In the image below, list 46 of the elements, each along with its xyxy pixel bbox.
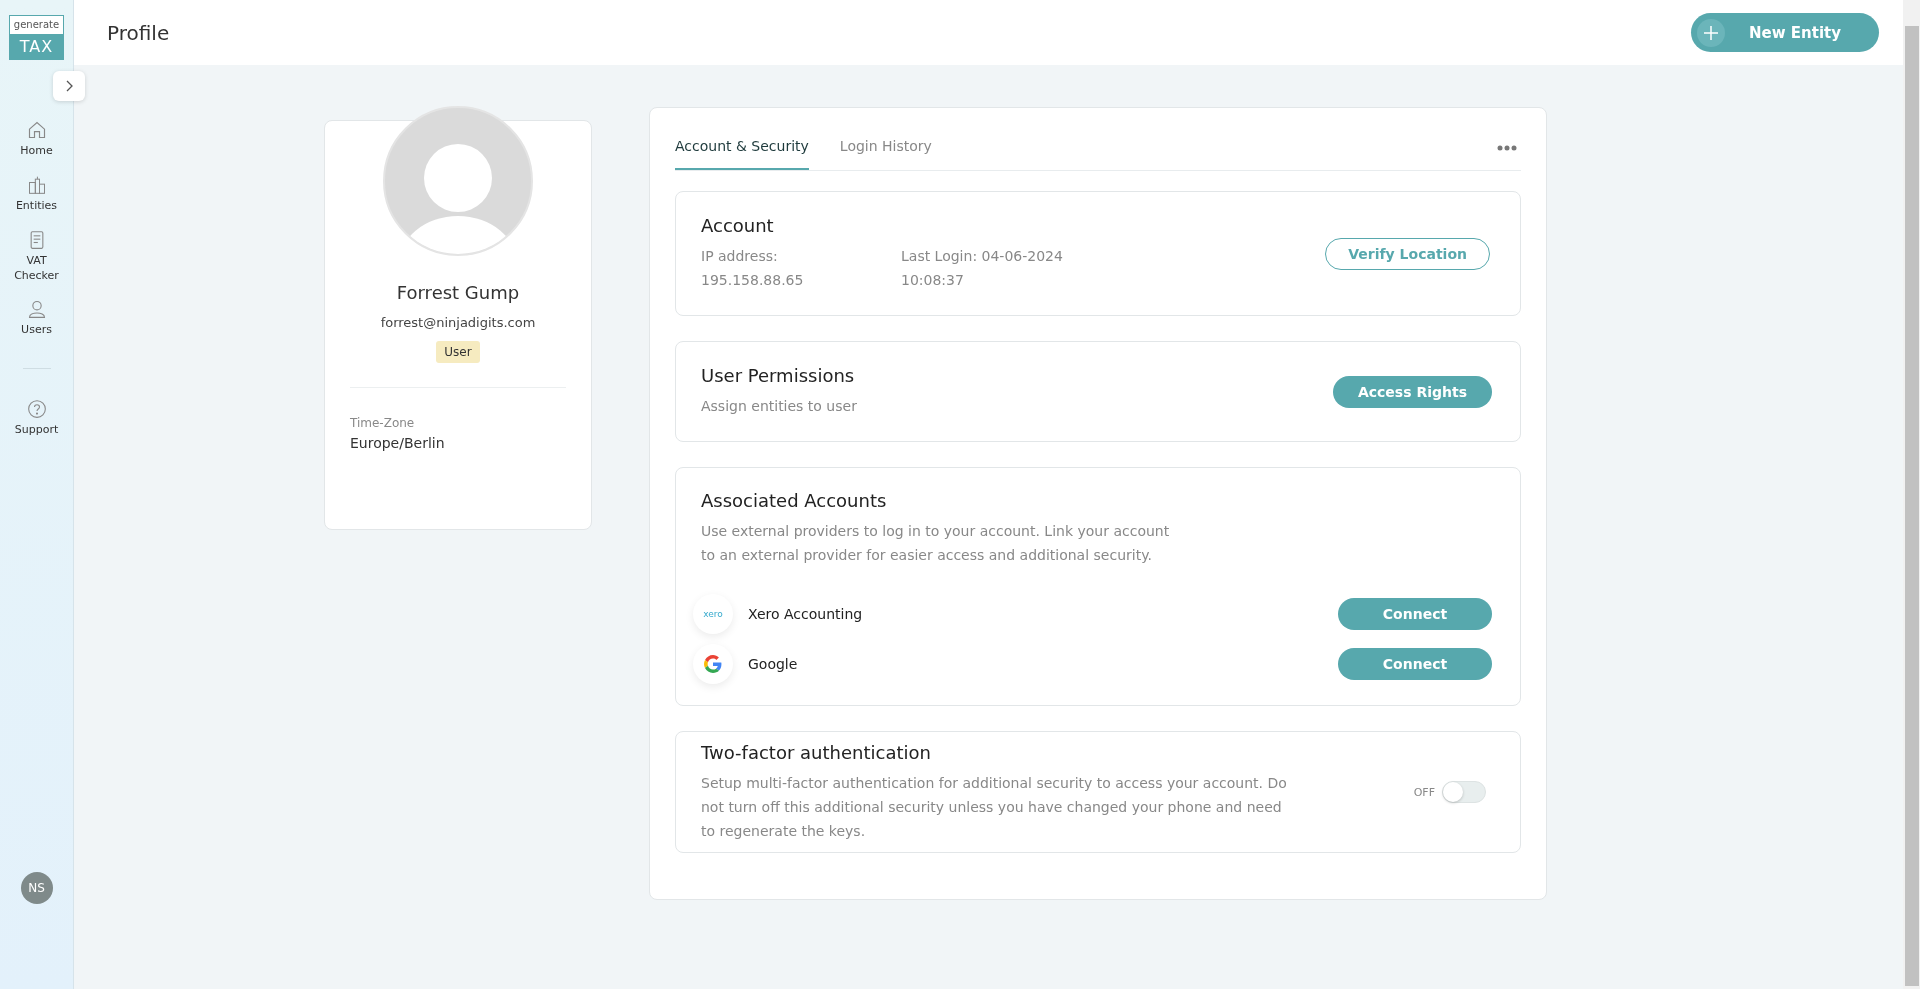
timezone-label: Time-Zone <box>350 416 415 430</box>
nav-item[interactable]: VAT Checker <box>4 229 69 284</box>
more-icon <box>1497 145 1517 151</box>
help-icon <box>26 399 47 420</box>
last-login-label: Last Login: 04-06-2024 <box>901 247 1063 266</box>
nav-item[interactable]: Home <box>4 120 69 159</box>
connect-button[interactable]: Connect <box>1338 598 1492 630</box>
timezone-value: Europe/Berlin <box>350 435 445 451</box>
tab[interactable]: Login History <box>839 138 932 170</box>
ip-address: 195.158.88.65 <box>701 271 805 290</box>
google-g-icon <box>704 655 722 673</box>
two-factor-toggle[interactable] <box>1442 781 1486 803</box>
nav-item[interactable]: Users <box>4 299 69 339</box>
chevron-right-icon <box>65 80 73 92</box>
logo-text: TAX <box>10 34 63 59</box>
toggle-state-label: OFF <box>1413 785 1435 799</box>
nav-item[interactable]: Support <box>4 399 69 439</box>
new-entity-button[interactable]: New Entity <box>1691 13 1879 52</box>
section-title: Two-factor authentication <box>701 741 932 763</box>
user-name: Forrest Gump <box>396 282 520 303</box>
section-description: Use external providers to log in to your account. Link your account to an external provider for easier access and additional security. <box>701 522 1171 565</box>
tab[interactable]: Account & Security <box>675 138 809 170</box>
buildings-icon <box>26 174 47 195</box>
ip-label: IP address: <box>701 247 779 266</box>
nav-item[interactable]: Entities <box>4 174 69 214</box>
verify-location-button[interactable]: Verify Location <box>1325 237 1490 270</box>
page-title: Profile <box>107 20 170 45</box>
sidebar-expand-button[interactable] <box>53 71 85 101</box>
section-title: User Permissions <box>701 365 856 386</box>
user-icon <box>26 299 47 320</box>
xero-logo: xero <box>693 594 733 634</box>
plus-icon <box>1704 25 1718 40</box>
connect-button[interactable]: Connect <box>1338 648 1492 680</box>
user-avatar[interactable]: NS <box>20 872 53 904</box>
logo-text: generate <box>10 16 63 34</box>
section-subtitle: Assign entities to user <box>701 397 857 416</box>
role-badge: User <box>436 341 480 363</box>
section-title: Associated Accounts <box>701 490 888 511</box>
section-title: Account <box>701 215 775 236</box>
user-email: forrest@ninjadigits.com <box>380 315 536 330</box>
home-icon <box>26 120 47 140</box>
section-description: Setup multi-factor authentication for additional security to access your account. Do not turn off this additional security unless you have changed your phone and need to regenerate the keys. <box>701 773 1288 841</box>
last-login-time: 10:08:37 <box>901 271 965 290</box>
access-rights-button[interactable]: Access Rights <box>1332 375 1492 408</box>
provider-name: Xero Accounting <box>748 606 864 622</box>
provider-name: Google <box>748 656 799 672</box>
